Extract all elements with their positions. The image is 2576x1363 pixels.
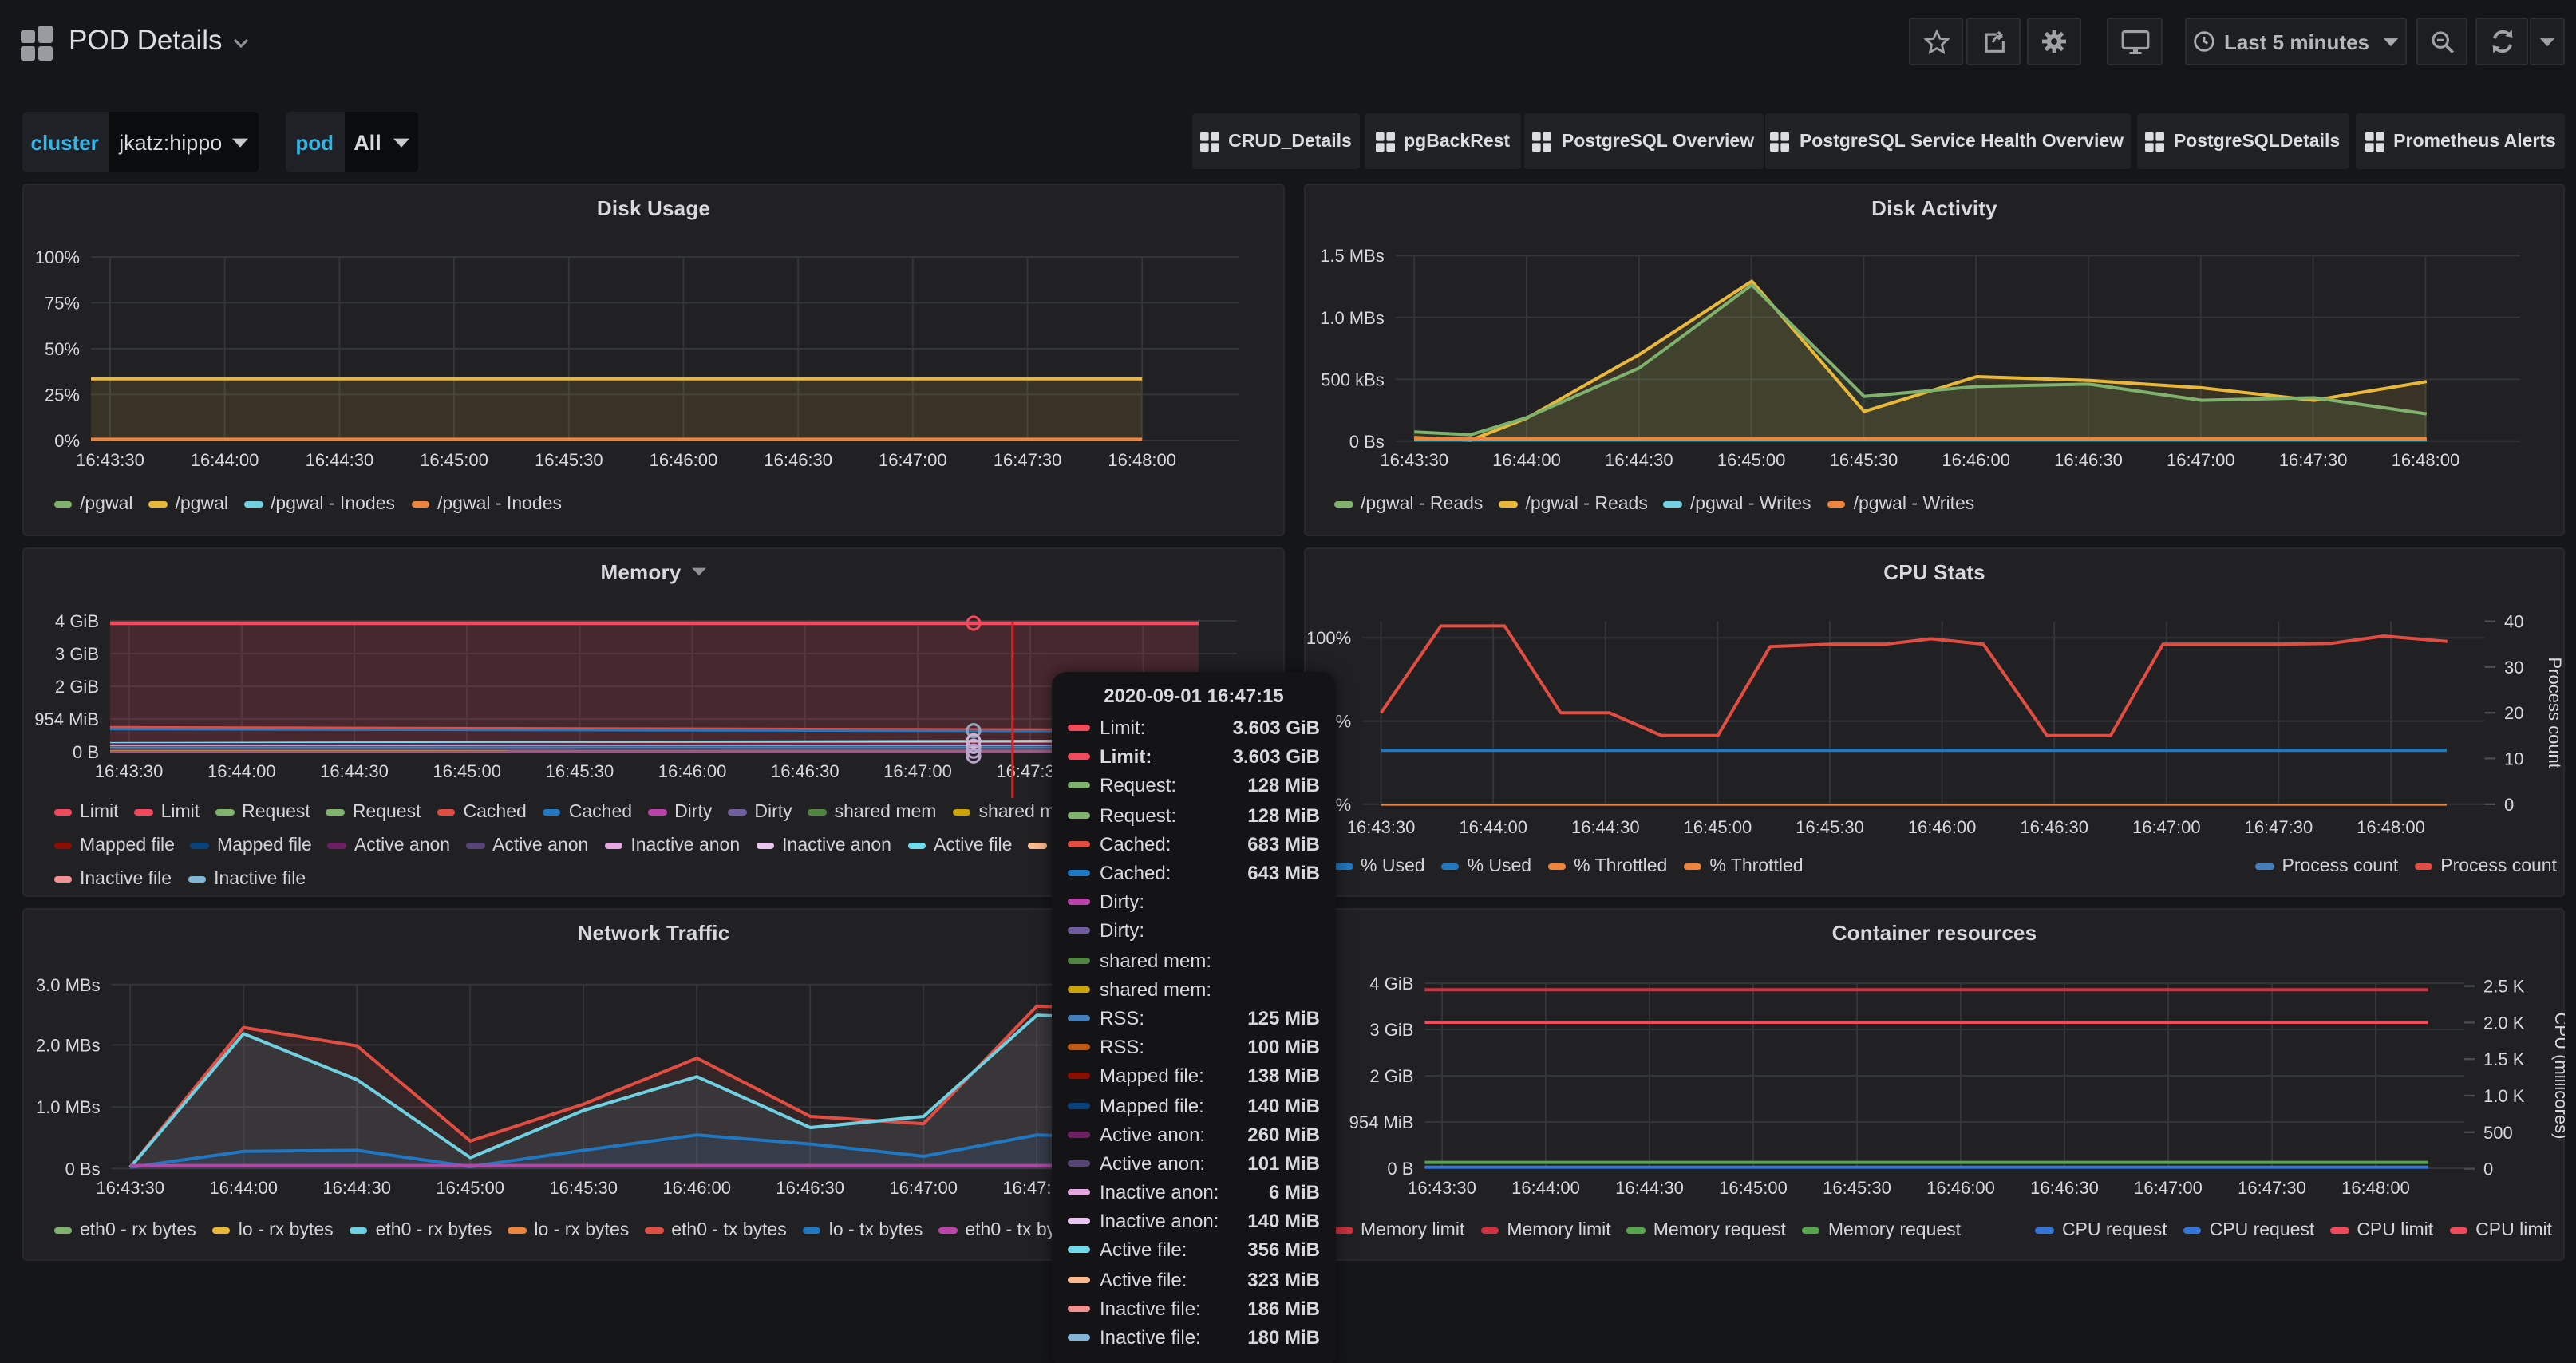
svg-text:16:47:30: 16:47:30 xyxy=(994,450,1062,470)
svg-text:30: 30 xyxy=(2504,658,2523,678)
svg-text:1.5 K: 1.5 K xyxy=(2483,1049,2525,1069)
svg-text:16:46:00: 16:46:00 xyxy=(662,1178,731,1198)
svg-text:1.0 MBs: 1.0 MBs xyxy=(1320,308,1385,328)
svg-text:16:43:30: 16:43:30 xyxy=(95,761,164,781)
svg-text:0: 0 xyxy=(2483,1160,2493,1179)
svg-text:1.0 MBs: 1.0 MBs xyxy=(36,1097,101,1117)
svg-text:16:44:00: 16:44:00 xyxy=(209,1178,278,1198)
svg-text:16:48:00: 16:48:00 xyxy=(1108,450,1176,470)
svg-text:3.0 MBs: 3.0 MBs xyxy=(36,975,101,995)
svg-text:0 Bs: 0 Bs xyxy=(1349,432,1385,452)
svg-text:25%: 25% xyxy=(45,385,80,405)
svg-text:16:44:00: 16:44:00 xyxy=(207,761,276,781)
svg-text:16:46:00: 16:46:00 xyxy=(1942,450,2010,470)
svg-text:16:48:00: 16:48:00 xyxy=(2357,817,2425,837)
svg-text:10: 10 xyxy=(2504,749,2523,768)
svg-text:16:44:00: 16:44:00 xyxy=(1492,450,1561,470)
svg-text:16:47:00: 16:47:00 xyxy=(883,761,952,781)
svg-text:16:47:00: 16:47:00 xyxy=(879,450,947,470)
svg-text:16:45:30: 16:45:30 xyxy=(1823,1178,1891,1198)
svg-text:16:45:00: 16:45:00 xyxy=(1717,450,1786,470)
svg-text:2.0 MBs: 2.0 MBs xyxy=(36,1035,101,1055)
svg-text:2.0 K: 2.0 K xyxy=(2483,1013,2525,1033)
svg-text:16:46:30: 16:46:30 xyxy=(2020,817,2088,837)
svg-text:16:47:30: 16:47:30 xyxy=(2238,1178,2306,1198)
svg-text:16:45:00: 16:45:00 xyxy=(436,1178,504,1198)
svg-text:16:43:30: 16:43:30 xyxy=(1380,450,1448,470)
svg-text:16:44:00: 16:44:00 xyxy=(1511,1178,1580,1198)
svg-text:16:45:00: 16:45:00 xyxy=(433,761,501,781)
svg-text:16:45:30: 16:45:30 xyxy=(549,1178,618,1198)
svg-text:16:45:00: 16:45:00 xyxy=(1684,817,1752,837)
svg-text:954 MiB: 954 MiB xyxy=(1349,1112,1414,1132)
svg-text:16:46:30: 16:46:30 xyxy=(771,761,840,781)
svg-text:0 Bs: 0 Bs xyxy=(65,1159,101,1179)
svg-text:2.5 K: 2.5 K xyxy=(2483,977,2525,997)
svg-text:0%: 0% xyxy=(54,431,80,451)
svg-text:16:45:30: 16:45:30 xyxy=(546,761,614,781)
svg-text:2 GiB: 2 GiB xyxy=(55,677,99,697)
svg-text:16:45:30: 16:45:30 xyxy=(1796,817,1864,837)
svg-text:16:46:00: 16:46:00 xyxy=(658,761,727,781)
svg-text:16:46:30: 16:46:30 xyxy=(776,1178,844,1198)
svg-text:16:47:00: 16:47:00 xyxy=(2132,817,2201,837)
svg-text:500: 500 xyxy=(2483,1123,2513,1143)
svg-text:16:43:30: 16:43:30 xyxy=(96,1178,164,1198)
svg-text:Process count: Process count xyxy=(2545,657,2565,768)
svg-text:20: 20 xyxy=(2504,703,2523,723)
svg-text:16:43:30: 16:43:30 xyxy=(76,450,144,470)
svg-text:16:47:00: 16:47:00 xyxy=(2167,450,2235,470)
svg-text:16:45:30: 16:45:30 xyxy=(535,450,603,470)
svg-text:16:46:30: 16:46:30 xyxy=(2054,450,2123,470)
svg-text:954 MiB: 954 MiB xyxy=(34,709,99,729)
svg-text:75%: 75% xyxy=(45,293,80,313)
svg-text:3 GiB: 3 GiB xyxy=(55,644,99,664)
svg-text:2 GiB: 2 GiB xyxy=(1369,1066,1413,1086)
svg-text:16:45:00: 16:45:00 xyxy=(420,450,488,470)
svg-text:4 GiB: 4 GiB xyxy=(1369,974,1413,994)
svg-text:3 GiB: 3 GiB xyxy=(1369,1020,1413,1040)
svg-text:16:46:30: 16:46:30 xyxy=(2030,1178,2099,1198)
svg-text:16:45:30: 16:45:30 xyxy=(1830,450,1898,470)
svg-text:1.0 K: 1.0 K xyxy=(2483,1086,2525,1106)
svg-text:16:46:00: 16:46:00 xyxy=(1926,1178,1995,1198)
svg-text:100%: 100% xyxy=(1306,628,1351,648)
svg-text:16:47:00: 16:47:00 xyxy=(889,1178,958,1198)
svg-text:16:48:00: 16:48:00 xyxy=(2341,1178,2410,1198)
svg-text:1.5 MBs: 1.5 MBs xyxy=(1320,246,1385,266)
svg-text:16:44:00: 16:44:00 xyxy=(191,450,259,470)
svg-text:16:47:30: 16:47:30 xyxy=(2245,817,2313,837)
svg-text:16:43:30: 16:43:30 xyxy=(1408,1178,1476,1198)
svg-text:16:45:00: 16:45:00 xyxy=(1719,1178,1788,1198)
svg-text:16:44:00: 16:44:00 xyxy=(1459,817,1527,837)
svg-text:16:47:00: 16:47:00 xyxy=(2134,1178,2203,1198)
svg-text:16:46:00: 16:46:00 xyxy=(650,450,718,470)
svg-text:16:46:00: 16:46:00 xyxy=(1908,817,1977,837)
svg-text:16:43:30: 16:43:30 xyxy=(1347,817,1416,837)
svg-text:16:44:30: 16:44:30 xyxy=(1615,1178,1684,1198)
svg-text:0: 0 xyxy=(2504,795,2514,815)
svg-text:16:44:30: 16:44:30 xyxy=(320,761,389,781)
svg-text:16:44:30: 16:44:30 xyxy=(322,1178,391,1198)
svg-text:0 B: 0 B xyxy=(1387,1159,1413,1179)
svg-text:100%: 100% xyxy=(35,247,80,267)
svg-text:500 kBs: 500 kBs xyxy=(1321,369,1385,389)
svg-text:16:44:30: 16:44:30 xyxy=(306,450,374,470)
svg-text:0 B: 0 B xyxy=(73,742,99,762)
svg-text:4 GiB: 4 GiB xyxy=(55,611,99,631)
svg-text:16:47:30: 16:47:30 xyxy=(2279,450,2348,470)
svg-text:16:48:00: 16:48:00 xyxy=(2392,450,2460,470)
svg-text:40: 40 xyxy=(2504,612,2523,632)
svg-text:16:46:30: 16:46:30 xyxy=(764,450,832,470)
svg-text:50%: 50% xyxy=(45,339,80,359)
svg-text:16:44:30: 16:44:30 xyxy=(1571,817,1640,837)
svg-text:CPU (millicores): CPU (millicores) xyxy=(2551,1013,2565,1140)
svg-text:16:44:30: 16:44:30 xyxy=(1605,450,1673,470)
